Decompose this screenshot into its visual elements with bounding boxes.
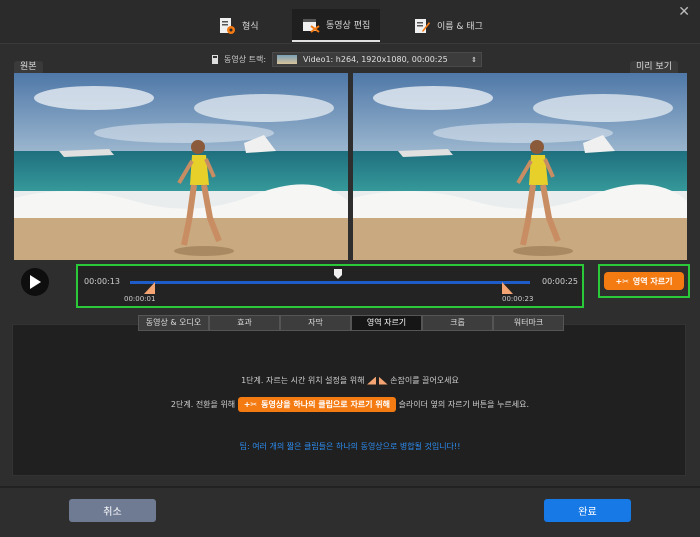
instruction-panel: 1단계. 자르는 시간 위치 설정을 위해 손잡이를 끌어오세요 2단계. 전환… bbox=[12, 324, 686, 476]
total-time: 00:00:25 bbox=[542, 277, 578, 286]
end-handle-icon bbox=[378, 376, 388, 385]
tab-watermark[interactable]: 워터마크 bbox=[493, 315, 564, 331]
plus-scissors-icon: +✂ bbox=[243, 400, 258, 409]
step1-after: 손잡이를 끌어오세요 bbox=[390, 376, 459, 385]
step2-text: 2단계. 전환을 위해 +✂ 동영상을 하나의 클립으로 자르기 위해 슬라이더… bbox=[13, 397, 687, 412]
video-track-icon bbox=[212, 55, 218, 64]
top-tab-bar: 형식 동영상 편집 이름 & 태그 ✕ bbox=[0, 0, 700, 44]
track-thumbnail bbox=[277, 55, 298, 64]
play-button[interactable] bbox=[21, 268, 49, 296]
tab-trim[interactable]: 영역 자르기 bbox=[351, 315, 422, 331]
start-handle-icon bbox=[367, 376, 377, 385]
timeline-track[interactable] bbox=[130, 269, 530, 284]
tab-format-label: 형식 bbox=[242, 22, 259, 32]
tab-video-edit[interactable]: 동영상 편집 bbox=[292, 9, 381, 42]
tab-name-tag[interactable]: 이름 & 태그 bbox=[403, 9, 493, 42]
start-marker-time: 00:00:01 bbox=[124, 295, 156, 303]
tab-effects[interactable]: 효과 bbox=[209, 315, 280, 331]
plus-scissors-icon: +✂ bbox=[615, 276, 629, 286]
video-track-value: Video1: h264, 1920x1080, 00:00:25 bbox=[303, 55, 448, 64]
step1-text: 1단계. 자르는 시간 위치 설정을 위해 손잡이를 끌어오세요 bbox=[13, 375, 687, 386]
cut-button-highlight: +✂ 영역 자르기 bbox=[598, 264, 690, 298]
name-tag-icon bbox=[415, 18, 430, 33]
current-time: 00:00:13 bbox=[84, 277, 120, 286]
video-track-row: 동영상 트랙: Video1: h264, 1920x1080, 00:00:2… bbox=[212, 52, 483, 67]
playhead-handle[interactable] bbox=[334, 269, 342, 279]
close-window-button[interactable]: ✕ bbox=[678, 4, 690, 20]
trim-timeline: 00:00:13 00:00:25 00:00:01 00:00:23 bbox=[76, 264, 584, 308]
chevron-updown-icon: ⇕ bbox=[471, 55, 478, 64]
tab-format[interactable]: 형식 bbox=[208, 9, 269, 42]
original-video-preview bbox=[14, 73, 348, 260]
preview-label: 미리 보기 bbox=[630, 61, 678, 73]
play-icon bbox=[30, 275, 41, 289]
cancel-button[interactable]: 취소 bbox=[69, 499, 156, 522]
cut-segment-button[interactable]: +✂ 영역 자르기 bbox=[604, 272, 684, 290]
tab-crop[interactable]: 크롭 bbox=[422, 315, 493, 331]
cut-segment-label: 영역 자르기 bbox=[632, 276, 673, 286]
tab-subtitles[interactable]: 자막 bbox=[280, 315, 351, 331]
done-button[interactable]: 완료 bbox=[544, 499, 631, 522]
tab-video-edit-label: 동영상 편집 bbox=[326, 21, 371, 31]
video-editor-window: 형식 동영상 편집 이름 & 태그 ✕ 원본 미리 보기 동영상 트랙: Vid… bbox=[0, 0, 700, 537]
video-track-label: 동영상 트랙: bbox=[224, 55, 267, 64]
video-track-select[interactable]: Video1: h264, 1920x1080, 00:00:25 ⇕ bbox=[272, 52, 483, 67]
step1-before: 1단계. 자르는 시간 위치 설정을 위해 bbox=[241, 376, 365, 385]
format-settings-icon bbox=[220, 17, 235, 34]
footer-divider bbox=[0, 486, 700, 488]
step2-before: 2단계. 전환을 위해 bbox=[170, 400, 236, 409]
tip-text: 팁: 여러 개의 짧은 클립들은 하나의 동영상으로 병합될 것입니다!! bbox=[239, 442, 461, 451]
output-video-preview bbox=[353, 73, 687, 260]
original-label: 원본 bbox=[14, 61, 43, 73]
tab-name-tag-label: 이름 & 태그 bbox=[437, 22, 483, 32]
inline-cut-label: 동영상을 하나의 클립으로 자르기 위해 bbox=[261, 400, 391, 409]
video-edit-icon bbox=[303, 18, 320, 33]
edit-tabs: 동영상 & 오디오 효과 자막 영역 자르기 크롭 워터마크 bbox=[138, 315, 564, 331]
step2-after: 슬라이더 옆의 자르기 버튼을 누르세요. bbox=[398, 400, 530, 409]
inline-cut-button: +✂ 동영상을 하나의 클립으로 자르기 위해 bbox=[237, 397, 397, 412]
end-marker-time: 00:00:23 bbox=[502, 295, 534, 303]
tab-video-audio[interactable]: 동영상 & 오디오 bbox=[138, 315, 209, 331]
